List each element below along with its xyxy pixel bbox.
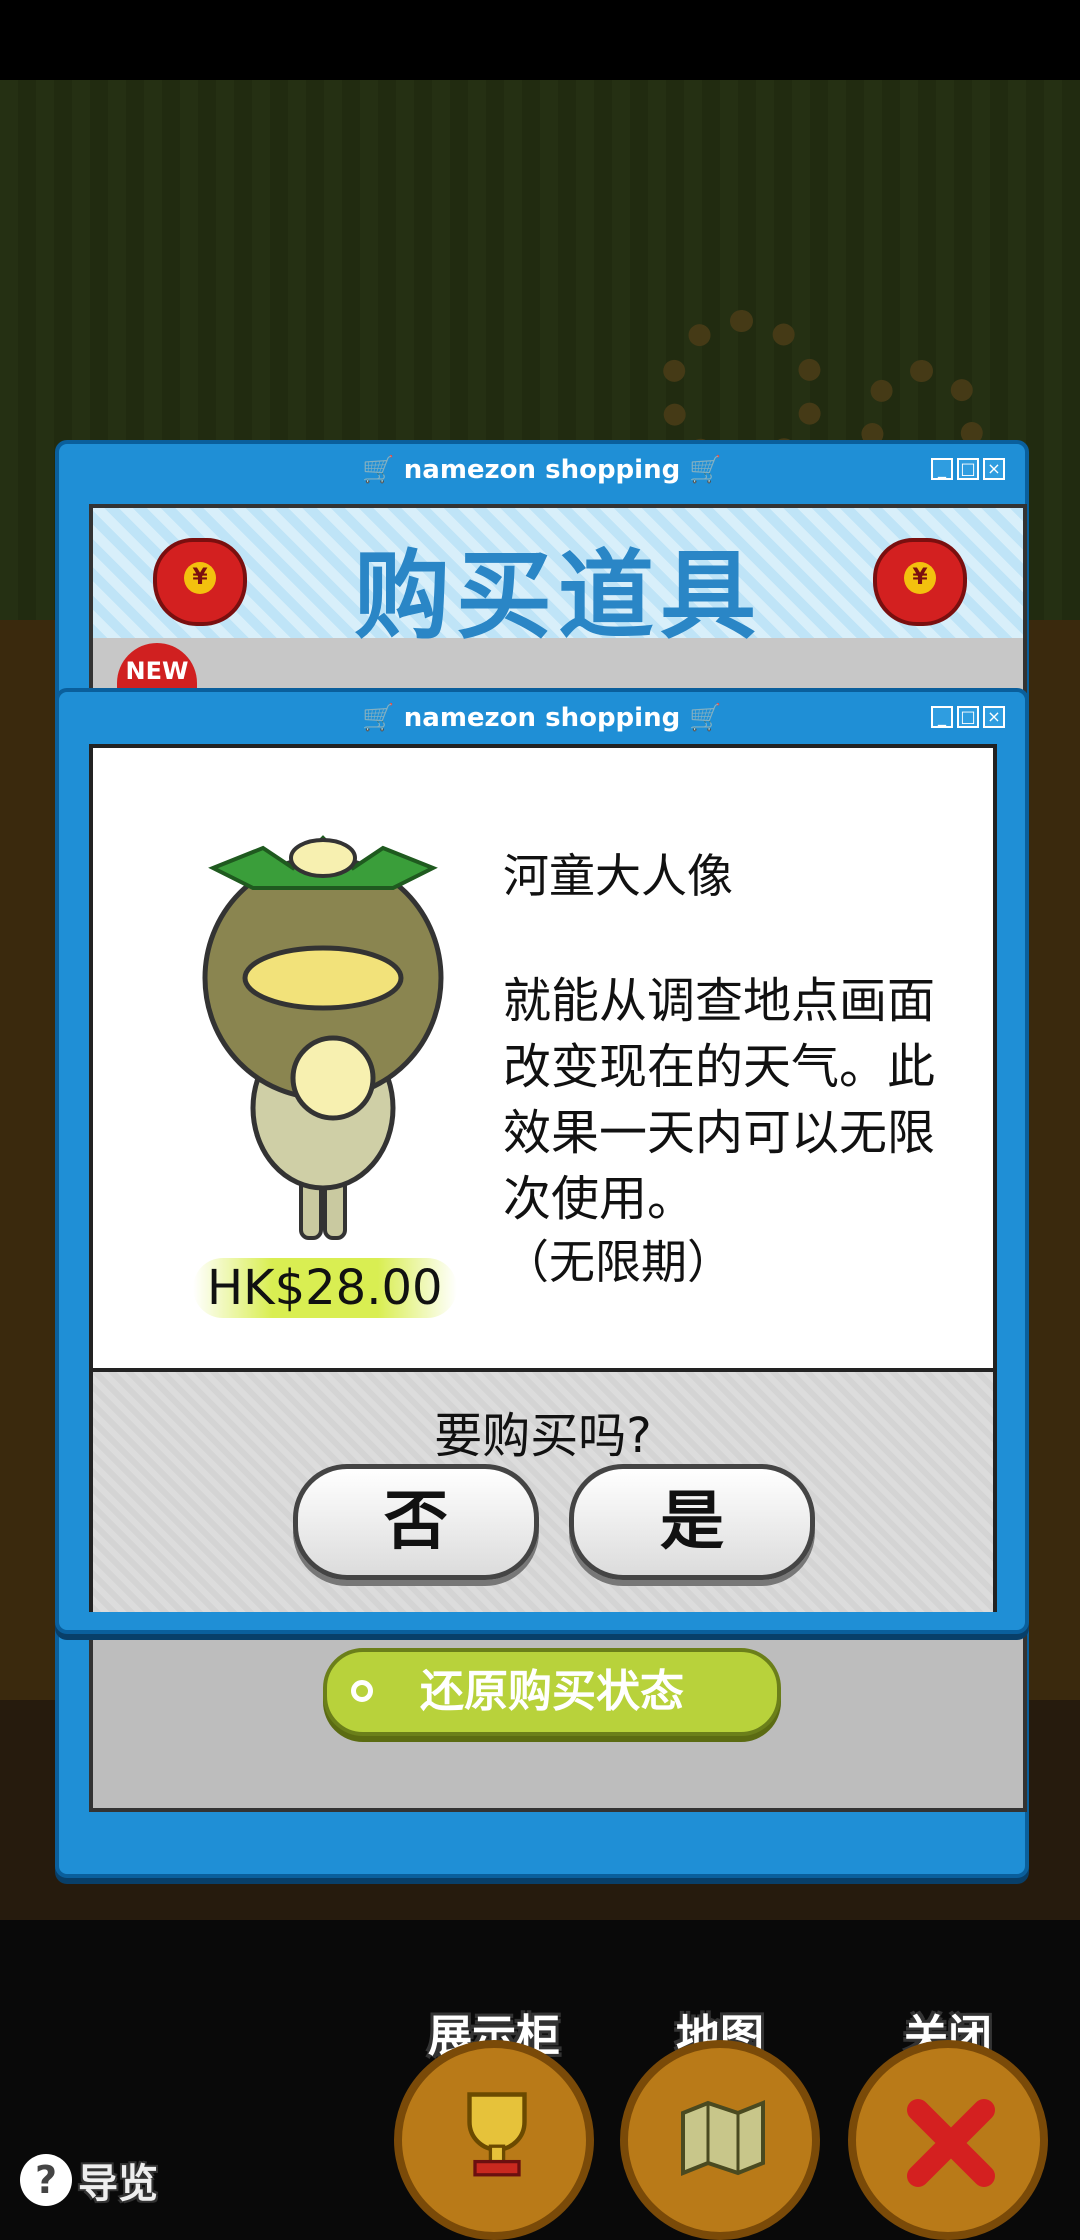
guide-label: 导览 [78,2161,158,2207]
purchase-dialog-title: 🛒 namezon shopping 🛒 [362,703,722,733]
item-name: 河童大人像 [503,849,733,903]
cart-icon: 🛒 [680,703,722,733]
purchase-question: 要购买吗? [434,1408,652,1464]
map-icon [681,2100,765,2176]
close-button[interactable] [848,2040,1048,2240]
window-controls: _ □ × [931,706,1005,728]
kappa-statue-image [202,835,444,1240]
item-duration-note: （无限期） [503,1235,733,1289]
shop-header: ¥ 购买道具 ¥ [93,508,1023,652]
cart-icon: 🛒 [680,455,722,485]
maximize-icon[interactable]: □ [957,706,979,728]
status-bar [0,0,1080,80]
trophy-icon [467,2092,527,2177]
minimize-icon[interactable]: _ [931,706,953,728]
confirm-area: 要购买吗? 否 是 [93,1368,993,1612]
cart-icon: 🛒 [362,455,404,485]
no-button[interactable]: 否 [293,1464,539,1580]
cart-icon: 🛒 [362,703,404,733]
item-price: HK$28.00 [193,1258,457,1318]
item-description: 就能从调查地点画面改变现在的天气。此效果一天内可以无限次使用。 [503,973,936,1227]
shop-window-title: 🛒 namezon shopping 🛒 [362,455,722,485]
close-x-icon [907,2099,995,2187]
map-button[interactable] [620,2040,820,2240]
minimize-icon[interactable]: _ [931,458,953,480]
close-icon[interactable]: × [983,458,1005,480]
yes-button[interactable]: 是 [569,1464,815,1580]
showcase-button[interactable] [394,2040,594,2240]
purchase-dialog: 🛒 namezon shopping 🛒 _ □ × 河童大人像 就能从调查地点… [55,688,1029,1634]
circle-icon [351,1680,373,1702]
question-icon: ? [20,2154,72,2206]
guide-button[interactable]: ? 导览 [20,2150,158,2210]
purchase-dialog-content: 河童大人像 就能从调查地点画面改变现在的天气。此效果一天内可以无限次使用。 （无… [89,744,997,1612]
coin-purse-icon: ¥ [873,538,967,626]
close-icon[interactable]: × [983,706,1005,728]
maximize-icon[interactable]: □ [957,458,979,480]
restore-purchases-button[interactable]: 还原购买状态 [323,1648,781,1736]
window-controls: _ □ × [931,458,1005,480]
